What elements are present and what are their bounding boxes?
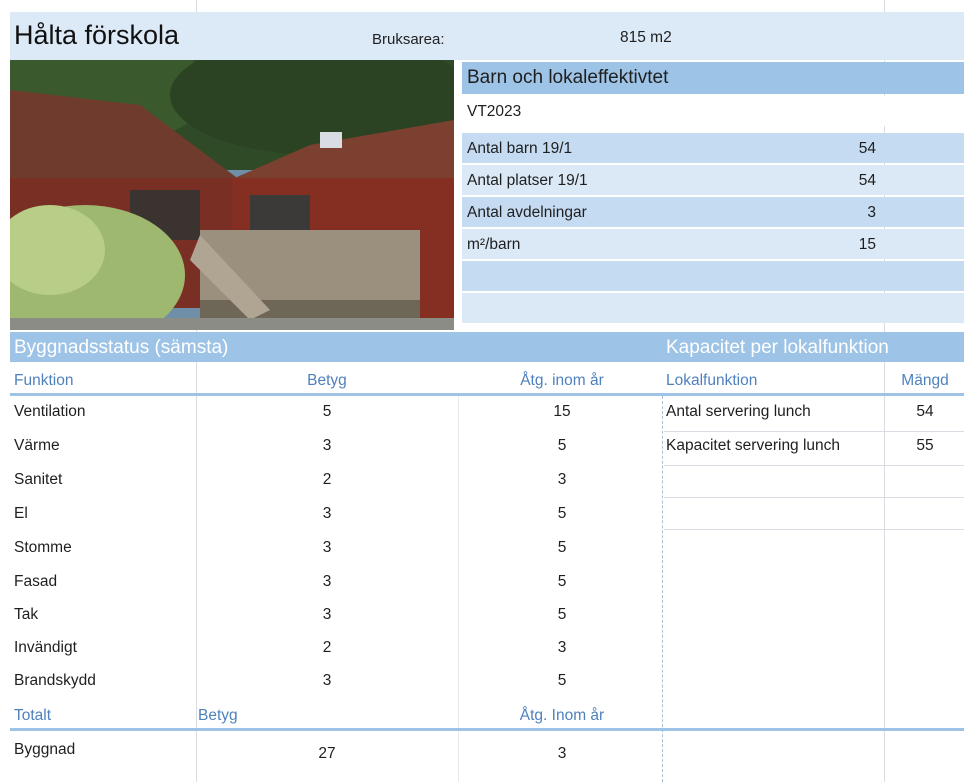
col-header-betyg: Betyg (307, 372, 347, 389)
status-atg: 5 (557, 606, 567, 623)
building-status-heading: Byggnadsstatus (sämsta) (14, 337, 229, 358)
header-rule (10, 393, 964, 396)
status-betyg: 3 (322, 505, 332, 522)
kpi-period-row (462, 96, 964, 126)
kpi-value: 3 (867, 204, 876, 221)
area-label: Bruksarea: (372, 31, 445, 48)
status-betyg: 3 (322, 437, 332, 454)
status-atg: 3 (557, 639, 567, 656)
status-atg: 15 (553, 403, 571, 420)
kpi-row (462, 293, 964, 323)
total-header-atg: Åtg. Inom år (519, 707, 605, 724)
status-atg: 5 (557, 539, 567, 556)
capacity-funktion: Kapacitet servering lunch (666, 437, 841, 454)
status-atg: 3 (557, 471, 567, 488)
capacity-mangd: 55 (916, 437, 934, 454)
col-header-funktion: Funktion (14, 372, 74, 389)
kpi-value: 15 (858, 236, 876, 253)
status-funktion: Stomme (14, 539, 72, 556)
status-betyg: 3 (322, 539, 332, 556)
kpi-value: 54 (858, 172, 876, 189)
kpi-row (462, 261, 964, 291)
status-betyg: 3 (322, 606, 332, 623)
total-header-totalt: Totalt (14, 707, 52, 724)
building-photo-icon (10, 60, 454, 330)
status-funktion: Tak (14, 606, 39, 623)
col-header-lokalfunktion: Lokalfunktion (666, 372, 758, 389)
status-atg: 5 (557, 505, 567, 522)
kpi-value: 54 (858, 140, 876, 157)
kpi-label: m²/barn (467, 236, 521, 253)
building-photo (10, 60, 454, 330)
col-header-mangd: Mängd (901, 372, 949, 389)
status-atg: 5 (557, 573, 567, 590)
status-betyg: 5 (322, 403, 332, 420)
total-rule (10, 728, 964, 731)
total-betyg: 27 (318, 745, 336, 762)
status-funktion: Fasad (14, 573, 58, 590)
capacity-heading: Kapacitet per lokalfunktion (666, 337, 889, 358)
status-funktion: Invändigt (14, 639, 77, 656)
grid-line (664, 431, 964, 432)
kpi-label: Antal avdelningar (467, 204, 587, 221)
status-funktion: Brandskydd (14, 672, 96, 689)
capacity-funktion: Antal servering lunch (666, 403, 811, 420)
status-atg: 5 (557, 437, 567, 454)
status-funktion: Ventilation (14, 403, 86, 420)
page-title: Hålta förskola (14, 20, 180, 50)
total-header-betyg: Betyg (198, 707, 238, 724)
grid-line (664, 465, 964, 466)
grid-line (458, 396, 459, 782)
col-header-atg: Åtg. inom år (520, 372, 604, 389)
status-funktion: Sanitet (14, 471, 63, 488)
kpi-row (462, 229, 964, 259)
area-value: 815 m2 (620, 29, 672, 46)
status-funktion: Värme (14, 437, 60, 454)
status-funktion: El (14, 505, 28, 522)
total-funktion: Byggnad (14, 741, 76, 758)
status-betyg: 3 (322, 672, 332, 689)
grid-line (664, 529, 964, 530)
kpi-heading: Barn och lokaleffektivtet (467, 67, 669, 88)
grid-line (664, 497, 964, 498)
kpi-label: Antal platser 19/1 (467, 172, 588, 189)
status-betyg: 2 (322, 639, 332, 656)
total-atg: 3 (557, 745, 567, 762)
kpi-label: Antal barn 19/1 (467, 140, 573, 157)
status-atg: 5 (557, 672, 567, 689)
capacity-mangd: 54 (916, 403, 934, 420)
status-betyg: 2 (322, 471, 332, 488)
kpi-period: VT2023 (467, 103, 522, 120)
status-betyg: 3 (322, 573, 332, 590)
column-separator (662, 396, 663, 782)
